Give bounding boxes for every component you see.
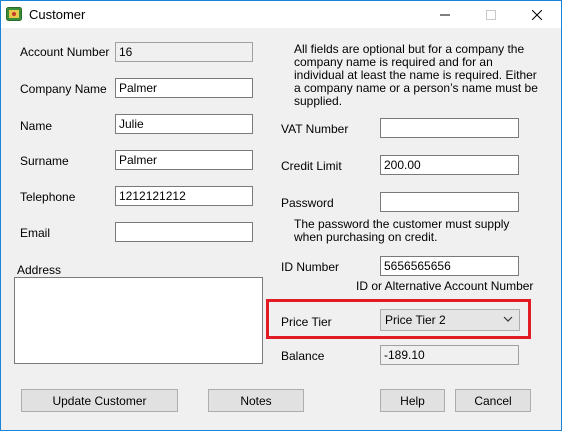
password-field[interactable] <box>380 192 519 212</box>
id-number-label: ID Number <box>281 260 340 274</box>
window-title: Customer <box>29 7 86 22</box>
address-label: Address <box>17 263 62 277</box>
title-bar: Customer <box>1 1 561 28</box>
minimize-button[interactable] <box>422 1 468 28</box>
maximize-button <box>468 1 514 28</box>
balance-label: Balance <box>281 349 325 363</box>
app-icon <box>6 7 22 21</box>
account-number-field: 16 <box>115 42 253 62</box>
company-name-label: Company Name <box>20 82 107 96</box>
password-label: Password <box>281 196 334 210</box>
name-field[interactable]: Julie <box>115 114 253 134</box>
credit-limit-label: Credit Limit <box>281 159 342 173</box>
surname-field[interactable]: Palmer <box>115 150 253 170</box>
name-label: Name <box>20 119 53 133</box>
vat-number-field[interactable] <box>380 118 519 138</box>
close-icon <box>532 9 542 20</box>
customer-window: Customer Account Number 16 Company Name … <box>0 0 562 431</box>
credit-limit-field[interactable]: 200.00 <box>380 155 519 175</box>
cancel-button[interactable]: Cancel <box>455 389 531 412</box>
price-tier-highlight <box>266 299 531 339</box>
id-note: ID or Alternative Account Number <box>356 279 534 293</box>
telephone-field[interactable]: 1212121212 <box>115 186 253 206</box>
notes-button[interactable]: Notes <box>208 389 304 412</box>
email-field[interactable] <box>115 222 253 242</box>
telephone-label: Telephone <box>20 190 76 204</box>
account-number-label: Account Number <box>20 45 110 59</box>
balance-field: -189.10 <box>380 345 519 365</box>
company-name-field[interactable]: Palmer <box>115 78 253 98</box>
email-label: Email <box>20 226 51 240</box>
close-button[interactable] <box>514 1 560 28</box>
update-customer-button[interactable]: Update Customer <box>21 389 178 412</box>
info-note: All fields are optional but for a compan… <box>294 42 538 108</box>
minimize-icon <box>440 14 450 15</box>
help-button[interactable]: Help <box>380 389 445 412</box>
surname-label: Surname <box>20 154 69 168</box>
maximize-icon <box>486 9 496 20</box>
vat-number-label: VAT Number <box>281 122 349 136</box>
id-number-field[interactable]: 5656565656 <box>380 256 519 276</box>
password-note: The password the customer must supply wh… <box>294 217 510 244</box>
address-field[interactable] <box>14 277 263 364</box>
